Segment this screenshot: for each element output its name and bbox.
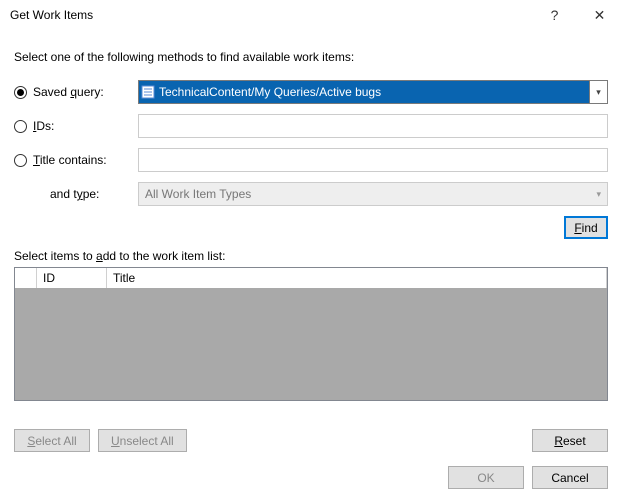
chevron-down-icon[interactable]: ▾	[589, 81, 607, 103]
title-contains-input[interactable]	[138, 148, 608, 172]
cancel-button[interactable]: Cancel	[532, 466, 608, 489]
unselect-all-button[interactable]: Unselect All	[98, 429, 187, 452]
find-row: Find	[14, 216, 608, 239]
type-combo-value: All Work Item Types	[145, 187, 251, 201]
selection-button-row: Select All Unselect All Reset	[14, 429, 608, 452]
title-contains-label[interactable]: Title contains:	[14, 153, 138, 167]
ok-button[interactable]: OK	[448, 466, 524, 489]
close-button[interactable]: ✕	[577, 0, 622, 30]
titlebar: Get Work Items ? ✕	[0, 0, 622, 30]
saved-query-value: TechnicalContent/My Queries/Active bugs	[157, 81, 589, 103]
saved-query-combo[interactable]: TechnicalContent/My Queries/Active bugs …	[138, 80, 608, 104]
reset-button[interactable]: Reset	[532, 429, 608, 452]
radio-saved-query[interactable]	[14, 86, 27, 99]
column-title[interactable]: Title	[107, 268, 607, 288]
dialog-content: Select one of the following methods to f…	[0, 30, 622, 499]
query-list-icon	[139, 85, 157, 99]
ids-input[interactable]	[138, 114, 608, 138]
instruction-text: Select one of the following methods to f…	[14, 50, 608, 64]
row-saved-query: Saved query: TechnicalContent/My Queries…	[14, 80, 608, 104]
and-type-label: and type:	[14, 187, 138, 201]
dialog-title: Get Work Items	[10, 8, 532, 22]
saved-query-label[interactable]: Saved query:	[14, 85, 138, 99]
row-title-contains: Title contains:	[14, 148, 608, 172]
column-id[interactable]: ID	[37, 268, 107, 288]
ids-label[interactable]: IDs:	[14, 119, 138, 133]
row-and-type: and type: All Work Item Types ▾	[14, 182, 608, 206]
radio-ids[interactable]	[14, 120, 27, 133]
type-combo: All Work Item Types ▾	[138, 182, 608, 206]
grid-header: ID Title	[15, 268, 607, 288]
results-grid[interactable]: ID Title	[14, 267, 608, 401]
help-button[interactable]: ?	[532, 0, 577, 30]
column-checkbox[interactable]	[15, 268, 37, 288]
radio-title-contains[interactable]	[14, 154, 27, 167]
select-instruction: Select items to add to the work item lis…	[14, 249, 608, 263]
grid-body	[15, 288, 607, 400]
select-all-button[interactable]: Select All	[14, 429, 90, 452]
find-button[interactable]: Find	[564, 216, 608, 239]
dialog-button-row: OK Cancel	[14, 466, 608, 489]
chevron-down-icon: ▾	[596, 189, 601, 200]
row-ids: IDs:	[14, 114, 608, 138]
